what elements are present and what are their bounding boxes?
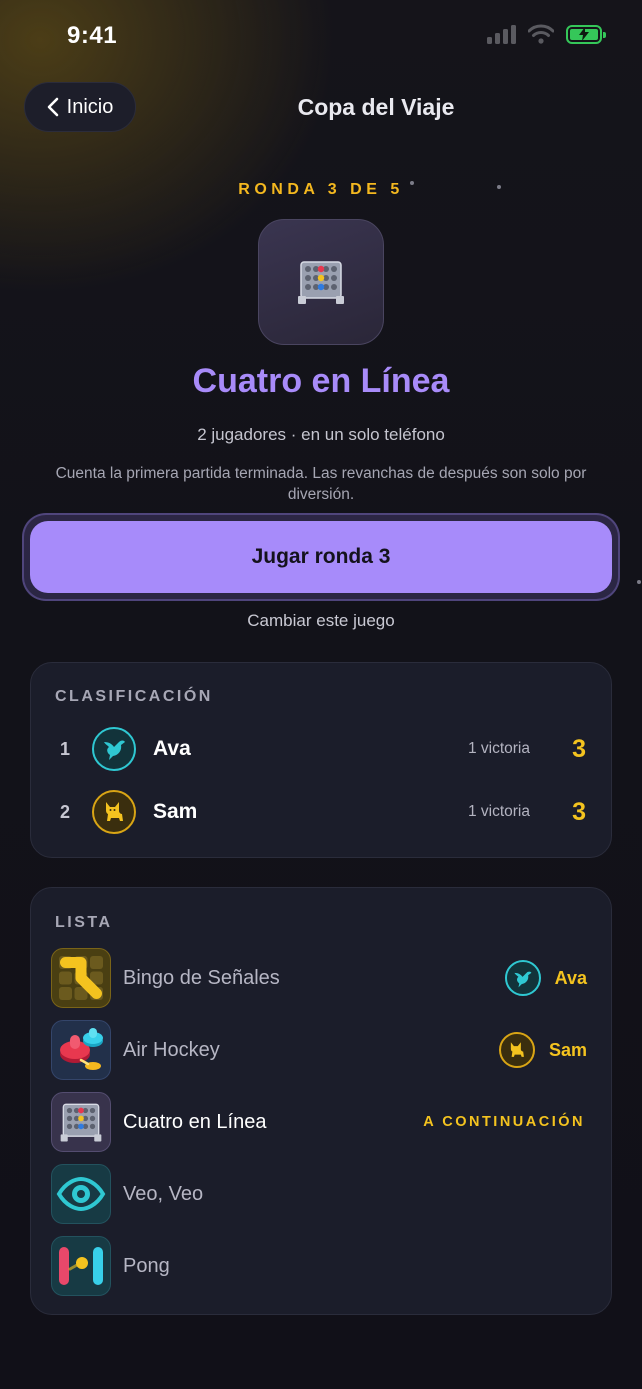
cat-icon bbox=[498, 1032, 535, 1068]
cat-icon bbox=[92, 790, 136, 834]
list-item-winner: Sam bbox=[498, 1032, 587, 1068]
list-item[interactable]: Pong bbox=[31, 1236, 611, 1296]
list-item-name: Cuatro en Línea bbox=[123, 1110, 267, 1133]
list-item[interactable]: Bingo de Señales Ava bbox=[31, 948, 611, 1008]
eye-icon bbox=[51, 1164, 111, 1224]
play-round-button[interactable]: Jugar ronda 3 bbox=[30, 521, 612, 593]
standings-row: 1 Ava 1 victoria 3 bbox=[31, 724, 611, 774]
standings-label: CLASIFICACIÓN bbox=[55, 688, 213, 705]
connect-four-icon bbox=[258, 219, 384, 345]
rank: 1 bbox=[60, 738, 71, 759]
page-title: Copa del Viaje bbox=[297, 94, 455, 120]
status-time: 9:41 bbox=[67, 22, 118, 49]
hummingbird-icon bbox=[504, 960, 541, 996]
list-item-name: Veo, Veo bbox=[123, 1182, 204, 1205]
game-description: Cuenta la primera partida terminada. Las… bbox=[55, 465, 587, 503]
player-name: Sam bbox=[153, 800, 198, 823]
air-hockey-icon bbox=[51, 1020, 111, 1080]
status-icons bbox=[487, 24, 606, 44]
signal-bingo-icon bbox=[51, 948, 111, 1008]
list-item[interactable]: Air Hockey Sam bbox=[31, 1020, 611, 1080]
player-name: Ava bbox=[153, 737, 191, 760]
player-wins: 1 victoria bbox=[467, 740, 530, 757]
list-item-name: Bingo de Señales bbox=[123, 966, 280, 989]
list-item[interactable]: Cuatro en Línea A CONTINUACIÓN bbox=[31, 1092, 611, 1152]
standings-row: 2 Sam 1 victoria 3 bbox=[31, 787, 611, 837]
list-item-name: Air Hockey bbox=[123, 1038, 220, 1061]
player-score: 3 bbox=[572, 797, 586, 826]
up-next-badge: A CONTINUACIÓN bbox=[423, 1114, 585, 1130]
star-dot bbox=[637, 580, 641, 584]
round-label: RONDA 3 DE 5 bbox=[238, 181, 404, 198]
hummingbird-icon bbox=[92, 727, 136, 771]
pong-icon bbox=[51, 1236, 111, 1296]
list-item-winner: Ava bbox=[504, 960, 587, 996]
list-item-name: Pong bbox=[123, 1254, 170, 1277]
game-subtitle: 2 jugadores · en un solo teléfono bbox=[197, 425, 445, 444]
list-label: LISTA bbox=[55, 914, 113, 931]
change-game-link[interactable]: Cambiar este juego bbox=[0, 611, 642, 631]
wifi-icon bbox=[528, 24, 554, 44]
cellular-signal-icon bbox=[487, 24, 516, 44]
standings-card: CLASIFICACIÓN 1 Ava 1 victoria 3 2 Sam 1… bbox=[30, 662, 612, 858]
winner-name: Sam bbox=[548, 1039, 587, 1060]
game-list-card: LISTA Bingo de Señales Ava Air Hockey Sa… bbox=[30, 887, 612, 1315]
rank: 2 bbox=[60, 801, 71, 822]
winner-name: Ava bbox=[554, 967, 587, 988]
list-item[interactable]: Veo, Veo bbox=[31, 1164, 611, 1224]
game-title: Cuatro en Línea bbox=[192, 362, 450, 400]
player-score: 3 bbox=[572, 734, 586, 763]
connect-four-icon bbox=[51, 1092, 111, 1152]
battery-icon bbox=[566, 24, 606, 44]
player-wins: 1 victoria bbox=[467, 803, 530, 820]
